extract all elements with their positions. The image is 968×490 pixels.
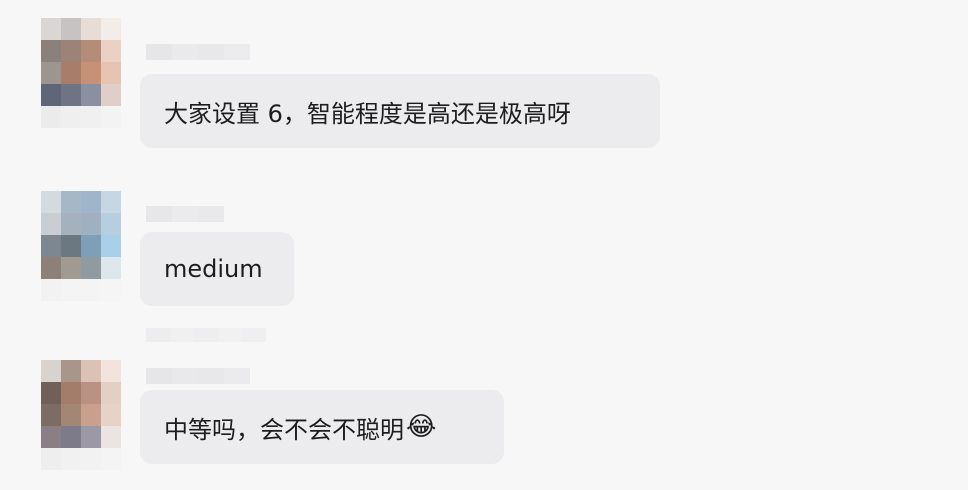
chat-thread: 大家设置 6，智能程度是高还是极高呀 medium 中等吗，会不会不聪明 😂 [0,0,968,490]
message-bubble[interactable]: 中等吗，会不会不聪明 😂 [140,390,504,464]
sender-name [146,368,250,384]
blurred-divider [146,328,266,342]
message-text: 中等吗，会不会不聪明 [164,415,404,444]
avatar[interactable] [41,360,121,470]
message-bubble[interactable]: medium [140,232,294,306]
sender-name [146,44,250,60]
message-text: medium [164,255,263,283]
message-text: 大家设置 6，智能程度是高还是极高呀 [164,99,571,128]
tears-of-joy-emoji-icon: 😂 [406,412,437,442]
sender-name [146,206,224,222]
message-bubble[interactable]: 大家设置 6，智能程度是高还是极高呀 [140,74,660,148]
avatar[interactable] [41,18,121,128]
avatar[interactable] [41,191,121,301]
